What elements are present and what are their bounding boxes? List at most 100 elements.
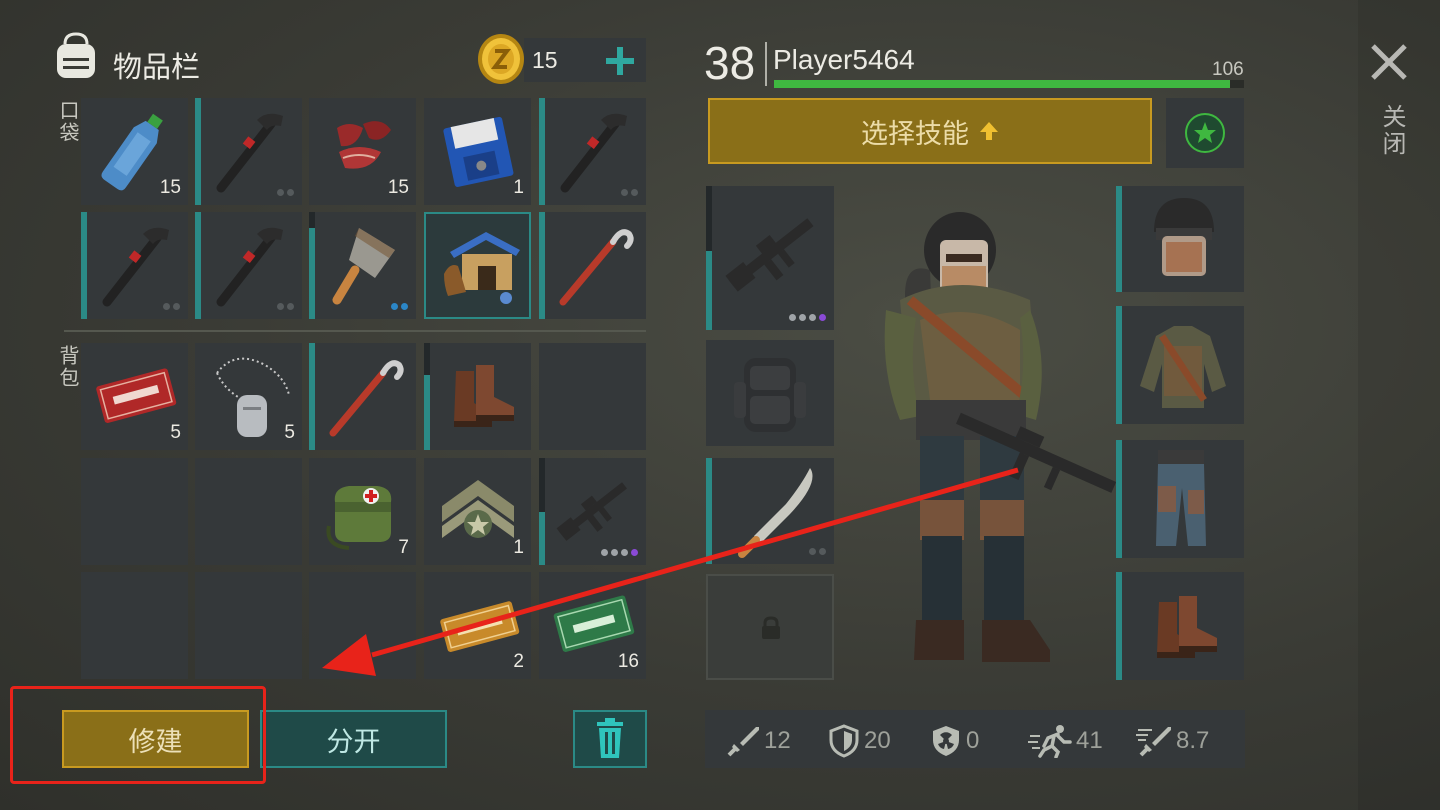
slot-pipe-wrench-4[interactable] bbox=[195, 212, 302, 319]
slot-dog-tag[interactable]: 5 bbox=[195, 343, 302, 450]
slot-crowbar-2[interactable] bbox=[309, 343, 416, 450]
pipe-icon bbox=[216, 227, 283, 307]
cleaver-icon bbox=[332, 228, 395, 305]
backpack-icon bbox=[50, 30, 102, 82]
split-button[interactable]: 分开 bbox=[260, 710, 447, 768]
slot-ration-coupon[interactable]: 16 bbox=[539, 572, 646, 679]
helmet-icon bbox=[1154, 198, 1214, 276]
quality-dots bbox=[391, 303, 408, 310]
stat-attack: 12 bbox=[726, 724, 791, 758]
slot-crowbar-1[interactable] bbox=[539, 212, 646, 319]
player-level: 38 bbox=[704, 37, 756, 89]
pants-icon bbox=[1156, 450, 1206, 546]
equip-pants[interactable] bbox=[1116, 440, 1244, 558]
stat-attack-value: 12 bbox=[764, 727, 791, 754]
stat-radiation: 0 bbox=[930, 724, 979, 758]
fast-sword-icon bbox=[1136, 727, 1171, 757]
radiation-shield-icon bbox=[933, 726, 959, 756]
add-coins-button[interactable] bbox=[600, 42, 640, 80]
slot-empty[interactable] bbox=[309, 572, 416, 679]
slot-pipe-wrench-3[interactable] bbox=[81, 212, 188, 319]
player-name: Player5464 bbox=[773, 44, 915, 75]
item-count: 15 bbox=[159, 177, 181, 198]
slot-raw-meat[interactable]: 15 bbox=[309, 98, 416, 205]
slot-floppy-disk[interactable]: 1 bbox=[424, 98, 531, 205]
perks-star-button[interactable] bbox=[1166, 98, 1244, 168]
tactical-backpack-icon bbox=[734, 358, 806, 432]
slot-assault-rifle-backpack[interactable] bbox=[539, 458, 646, 565]
plus-icon bbox=[606, 47, 634, 75]
slot-medkit-bag[interactable]: 7 bbox=[309, 458, 416, 565]
equip-body-armor[interactable] bbox=[1116, 306, 1244, 424]
item-count: 15 bbox=[387, 177, 409, 198]
select-skills-button[interactable]: 选择技能 bbox=[708, 98, 1152, 164]
slot-pipe-wrench-1[interactable] bbox=[195, 98, 302, 205]
xp-bar-track bbox=[774, 80, 1244, 88]
machete-icon bbox=[738, 468, 813, 558]
running-icon bbox=[1028, 725, 1072, 758]
slot-combat-gear-coupon[interactable]: 5 bbox=[81, 343, 188, 450]
stat-speed-value: 41 bbox=[1076, 727, 1103, 754]
slot-empty[interactable] bbox=[81, 572, 188, 679]
stat-radiation-value: 0 bbox=[966, 727, 980, 754]
quality-dots bbox=[601, 549, 638, 556]
slot-water-bottle[interactable]: 15 bbox=[81, 98, 188, 205]
tutorial-highlight-box bbox=[10, 686, 266, 784]
slot-dog-house[interactable] bbox=[424, 212, 531, 319]
slot-survival-kit-coupon[interactable]: 2 bbox=[424, 572, 531, 679]
level-divider bbox=[765, 42, 767, 86]
section-divider bbox=[64, 330, 646, 332]
player-character bbox=[860, 200, 1120, 680]
equip-primary-weapon[interactable] bbox=[706, 186, 834, 330]
inventory-title: 物品栏 bbox=[113, 50, 201, 84]
arrow-up-icon bbox=[980, 122, 998, 140]
pipe-icon bbox=[560, 113, 627, 193]
equip-backpack[interactable] bbox=[706, 340, 834, 446]
xp-value: 106 bbox=[1212, 59, 1244, 80]
equip-melee-weapon[interactable] bbox=[706, 458, 834, 564]
coin-icon bbox=[476, 32, 526, 86]
boots-icon bbox=[454, 365, 514, 427]
assault-rifle-icon bbox=[556, 482, 627, 541]
item-count: 16 bbox=[617, 651, 639, 672]
slot-boots-backpack[interactable] bbox=[424, 343, 531, 450]
stat-defense: 20 bbox=[828, 724, 891, 758]
item-count: 5 bbox=[170, 422, 181, 443]
stat-attack-speed-value: 8.7 bbox=[1176, 727, 1210, 754]
slot-empty[interactable] bbox=[539, 343, 646, 450]
pockets-label: 口袋 bbox=[56, 100, 80, 144]
equip-helmet[interactable] bbox=[1116, 186, 1244, 292]
slot-empty[interactable] bbox=[195, 572, 302, 679]
slot-cleaver[interactable] bbox=[309, 212, 416, 319]
quality-dots bbox=[163, 303, 180, 310]
quality-dots bbox=[809, 548, 826, 555]
armor-vest-icon bbox=[1140, 326, 1226, 408]
equip-boots[interactable] bbox=[1116, 572, 1244, 680]
equip-locked-slot bbox=[706, 574, 834, 680]
item-count: 1 bbox=[513, 177, 524, 198]
chevron-patch-icon bbox=[442, 480, 514, 538]
slot-pipe-wrench-2[interactable] bbox=[539, 98, 646, 205]
item-count: 7 bbox=[398, 537, 409, 558]
medkit-bag-icon bbox=[326, 486, 392, 550]
crowbar-icon bbox=[559, 229, 634, 306]
sword-icon bbox=[727, 727, 759, 757]
slot-rank-chevron[interactable]: 1 bbox=[424, 458, 531, 565]
delete-button[interactable] bbox=[573, 710, 647, 768]
item-count: 2 bbox=[513, 651, 524, 672]
item-count: 5 bbox=[284, 422, 295, 443]
quality-dots bbox=[621, 189, 638, 196]
pipe-icon bbox=[216, 113, 283, 193]
split-button-label: 分开 bbox=[326, 726, 381, 758]
pipe-icon bbox=[102, 227, 169, 307]
crowbar-icon bbox=[329, 360, 404, 437]
survival-kit-coupon-icon bbox=[440, 601, 520, 652]
combat-coupon-icon bbox=[96, 368, 177, 423]
xp-bar-fill bbox=[774, 80, 1230, 88]
slot-empty[interactable] bbox=[81, 458, 188, 565]
assault-rifle-icon bbox=[725, 218, 814, 292]
slot-empty[interactable] bbox=[195, 458, 302, 565]
floppy-disk-icon bbox=[443, 116, 514, 187]
coin-count: 15 bbox=[532, 47, 558, 73]
select-skills-label: 选择技能 bbox=[861, 118, 969, 150]
